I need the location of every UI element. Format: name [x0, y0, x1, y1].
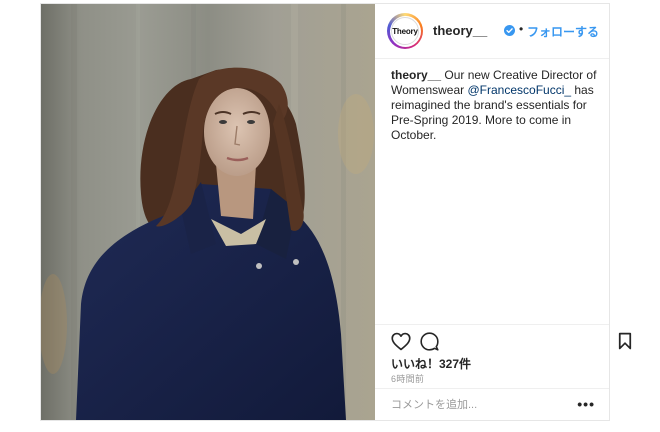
comment-input[interactable] [387, 395, 575, 415]
likes-count[interactable]: いいね！327件 [391, 355, 471, 372]
avatar-logo: Theory [391, 17, 419, 45]
post-side-panel: Theory theory__ • フォローする theory__ Our ne… [375, 4, 632, 421]
post-header: Theory theory__ • フォローする [375, 4, 609, 59]
post-actions-bar [375, 324, 609, 325]
header-separator: • [519, 22, 524, 36]
verified-badge-icon [504, 25, 515, 36]
follow-button[interactable]: フォローする [527, 23, 599, 40]
post-timestamp: 6時間前 [391, 374, 425, 384]
caption-username[interactable]: theory__ [391, 68, 441, 82]
comment-icon[interactable] [420, 332, 439, 351]
post-photo[interactable] [41, 4, 375, 420]
caption-mention-link[interactable]: @FrancescoFucci_ [467, 83, 571, 97]
avatar[interactable]: Theory [387, 13, 423, 49]
bookmark-icon[interactable] [618, 332, 632, 350]
instagram-post-card: Theory theory__ • フォローする theory__ Our ne… [40, 3, 632, 421]
account-username[interactable]: theory__ [433, 23, 487, 38]
comment-bar: ••• [375, 388, 609, 421]
heart-icon[interactable] [391, 332, 411, 351]
more-options-button[interactable]: ••• [577, 397, 595, 411]
post-caption: theory__ Our new Creative Director of Wo… [391, 68, 601, 143]
avatar-ring-gap: Theory [389, 15, 421, 47]
post-photo-illustration [41, 4, 375, 420]
